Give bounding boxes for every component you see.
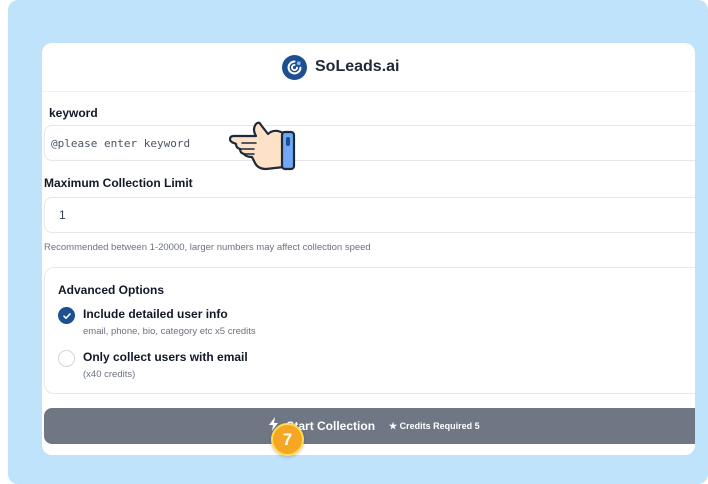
option-detailed-user-info[interactable]: Include detailed user info email, phone,… (58, 307, 256, 337)
step-number: 7 (282, 429, 293, 449)
limit-label: Maximum Collection Limit (44, 176, 193, 190)
checkbox-unchecked-icon[interactable] (58, 350, 75, 367)
advanced-options-panel: Advanced Options Include detailed user i… (44, 267, 695, 394)
option-sub: email, phone, bio, category etc x5 credi… (83, 326, 256, 337)
step-badge: 7 (271, 423, 304, 456)
option-label: Include detailed user info (83, 307, 228, 321)
checkbox-checked-icon[interactable] (58, 307, 75, 324)
pointing-hand-icon (226, 117, 298, 177)
star-icon: ★ (389, 420, 398, 431)
credits-required: ★ Credits Required 5 (389, 421, 480, 432)
option-only-email[interactable]: Only collect users with email (x40 credi… (58, 350, 248, 380)
app-name: SoLeads.ai (315, 58, 400, 75)
keyword-input[interactable]: @please enter keyword (44, 125, 695, 161)
limit-input[interactable]: 1 (44, 197, 695, 233)
advanced-options-title: Advanced Options (58, 283, 165, 297)
credits-label: Credits Required 5 (399, 420, 480, 431)
app-card: SoLeads.ai keyword @please enter keyword… (42, 43, 695, 455)
limit-hint: Recommended between 1-20000, larger numb… (44, 242, 371, 253)
brand-header: SoLeads.ai (282, 54, 399, 80)
soleads-logo-icon (282, 54, 307, 80)
option-label: Only collect users with email (83, 350, 248, 364)
header-divider (42, 91, 695, 92)
option-sub: (x40 credits) (83, 369, 136, 380)
tutorial-frame: SoLeads.ai keyword @please enter keyword… (8, 0, 708, 484)
start-collection-button[interactable]: Start Collection ★ Credits Required 5 (44, 408, 695, 444)
keyword-label: keyword (49, 106, 98, 120)
